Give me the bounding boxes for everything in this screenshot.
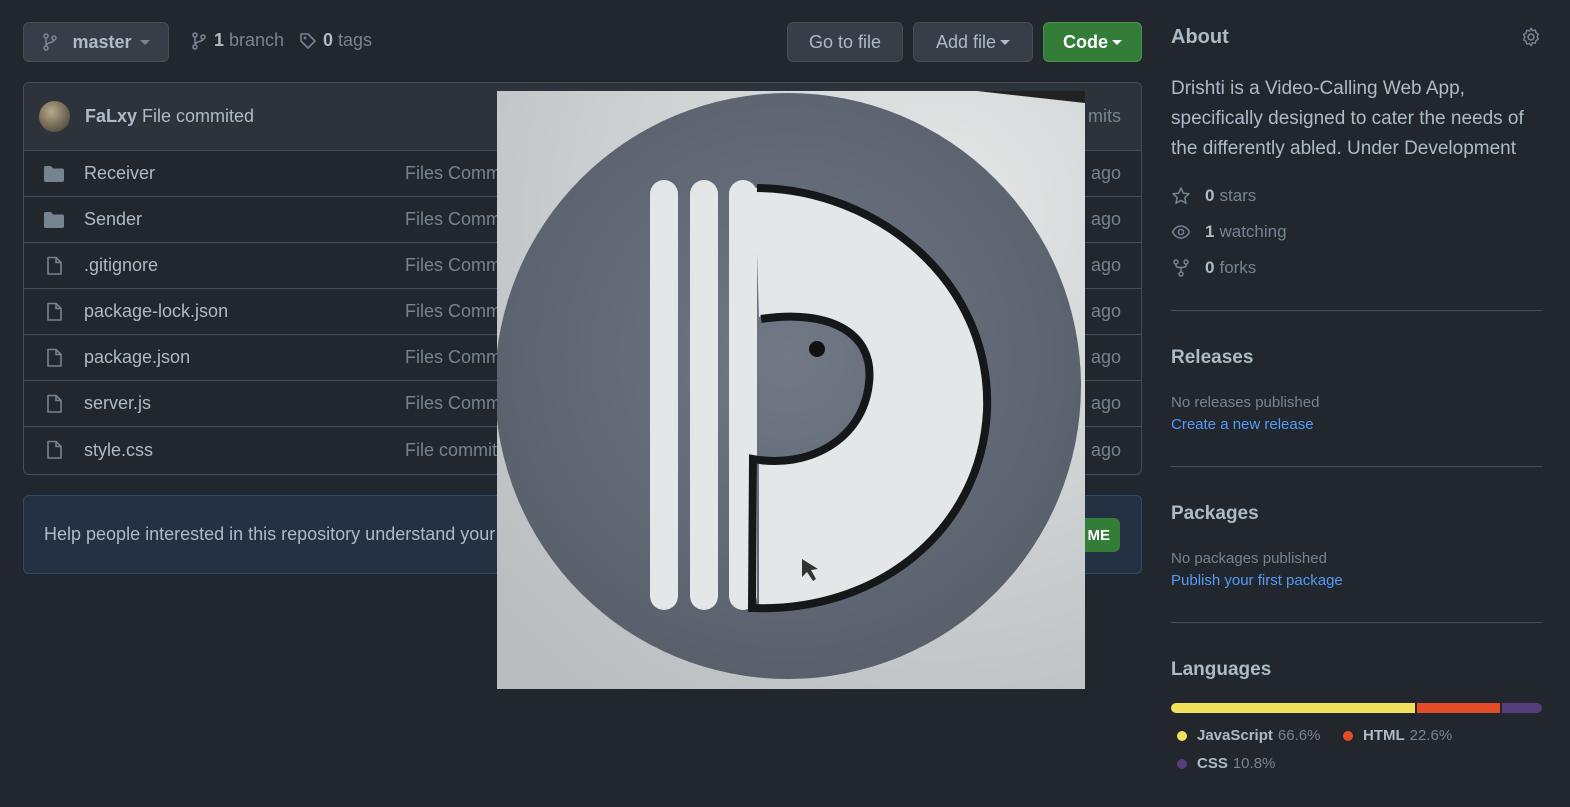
language-item[interactable]: JavaScript 66.6%	[1177, 727, 1320, 744]
tag-icon	[300, 32, 316, 49]
drishti-logo-icon	[497, 91, 1085, 689]
chevron-down-icon	[1000, 39, 1011, 45]
commit-author[interactable]: FaLxy	[85, 106, 137, 127]
file-name[interactable]: server.js	[84, 393, 151, 414]
language-percent: 66.6%	[1277, 727, 1321, 744]
language-color-dot	[1343, 730, 1353, 741]
eye-icon	[1171, 225, 1191, 239]
repo-description: Drishti is a Video-Calling Web App, spec…	[1171, 78, 1524, 159]
chevron-down-icon	[1112, 39, 1122, 45]
language-bar	[1171, 703, 1542, 713]
file-name[interactable]: style.css	[84, 440, 153, 461]
file-icon	[47, 348, 62, 367]
language-bar-segment	[1417, 703, 1501, 713]
file-name[interactable]: .gitignore	[84, 255, 158, 276]
watching-label: watching	[1219, 222, 1287, 241]
code-label: Code	[1063, 31, 1108, 52]
forks-count: 0	[1205, 258, 1215, 277]
stars-label: stars	[1219, 186, 1257, 205]
language-percent: 22.6%	[1409, 727, 1453, 744]
language-item[interactable]: HTML 22.6%	[1343, 727, 1452, 744]
file-commit-message[interactable]: File commite	[405, 440, 507, 461]
language-color-dot	[1177, 730, 1187, 741]
tags-count: 0	[323, 30, 334, 50]
branch-name: master	[72, 31, 132, 52]
add-file-button[interactable]: Add file	[913, 22, 1033, 62]
divider	[1171, 622, 1542, 623]
releases-heading[interactable]: Releases	[1171, 347, 1253, 369]
divider	[1171, 466, 1542, 467]
file-commit-message[interactable]: Files Commi	[405, 209, 505, 230]
file-name[interactable]: Receiver	[84, 163, 155, 184]
watching-link[interactable]: 1 watching	[1171, 222, 1287, 242]
file-icon	[47, 394, 62, 413]
file-name[interactable]: package-lock.json	[84, 301, 228, 322]
file-icon	[47, 302, 62, 321]
language-item[interactable]: CSS 10.8%	[1177, 755, 1275, 772]
go-to-file-button[interactable]: Go to file	[787, 22, 903, 62]
language-name: JavaScript	[1197, 727, 1273, 744]
readme-prompt: Help people interested in this repositor…	[44, 524, 511, 544]
file-name[interactable]: Sender	[84, 209, 142, 230]
add-file-label: Add file	[935, 31, 997, 52]
packages-heading[interactable]: Packages	[1171, 503, 1259, 525]
commit-count[interactable]: mits	[1088, 106, 1121, 127]
branches-link[interactable]: 1 branch	[190, 30, 284, 51]
file-commit-age: ago	[1090, 393, 1121, 413]
commit-message[interactable]: File commited	[142, 106, 254, 127]
file-commit-age: ago	[1090, 439, 1121, 460]
watching-count: 1	[1205, 222, 1215, 241]
file-commit-message[interactable]: Files Commi	[405, 255, 505, 276]
packages-empty-text: No packages published	[1171, 550, 1327, 567]
file-commit-message[interactable]: Files Commi	[405, 347, 505, 368]
file-commit-message[interactable]: Files Commi	[405, 393, 505, 414]
git-branch-icon	[192, 31, 206, 50]
language-percent: 10.8%	[1232, 755, 1276, 772]
language-name: CSS	[1197, 755, 1228, 772]
language-bar-segment	[1502, 703, 1542, 713]
forks-link[interactable]: 0 forks	[1171, 258, 1256, 278]
fork-icon	[1173, 259, 1189, 277]
file-commit-age: ago	[1090, 255, 1121, 275]
tags-link[interactable]: 0 tags	[299, 30, 372, 51]
file-name[interactable]: package.json	[84, 347, 190, 368]
file-icon	[47, 440, 62, 459]
tags-label: tags	[338, 30, 373, 50]
folder-icon	[44, 212, 64, 228]
avatar[interactable]	[39, 101, 70, 132]
file-icon	[47, 256, 62, 275]
go-to-file-label: Go to file	[808, 31, 882, 52]
branches-count: 1	[214, 30, 225, 50]
folder-icon	[44, 166, 64, 182]
git-branch-icon	[43, 33, 58, 51]
gear-icon[interactable]	[1520, 26, 1542, 48]
language-color-dot	[1177, 758, 1187, 769]
chevron-down-icon	[139, 39, 150, 45]
file-commit-message[interactable]: Files Commi	[405, 163, 505, 184]
forks-label: forks	[1219, 258, 1257, 277]
star-icon	[1172, 187, 1190, 204]
releases-empty-text: No releases published	[1171, 394, 1320, 411]
stars-count: 0	[1205, 186, 1215, 205]
create-release-link[interactable]: Create a new release	[1171, 416, 1314, 433]
branch-select-button[interactable]: master	[23, 22, 169, 62]
stars-link[interactable]: 0 stars	[1171, 186, 1256, 206]
publish-package-link[interactable]: Publish your first package	[1171, 572, 1343, 589]
file-commit-age: ago	[1090, 347, 1121, 367]
divider	[1171, 310, 1542, 311]
branches-label: branch	[229, 30, 285, 50]
file-commit-age: ago	[1090, 163, 1121, 183]
file-commit-age: ago	[1090, 301, 1121, 321]
language-name: HTML	[1363, 727, 1405, 744]
logo-image-overlay	[497, 91, 1085, 689]
languages-heading: Languages	[1171, 659, 1272, 680]
file-commit-age: ago	[1090, 209, 1121, 229]
about-heading: About	[1171, 26, 1229, 48]
language-bar-segment	[1171, 703, 1416, 713]
file-commit-message[interactable]: Files Commi	[405, 301, 505, 322]
code-button[interactable]: Code	[1043, 22, 1142, 62]
